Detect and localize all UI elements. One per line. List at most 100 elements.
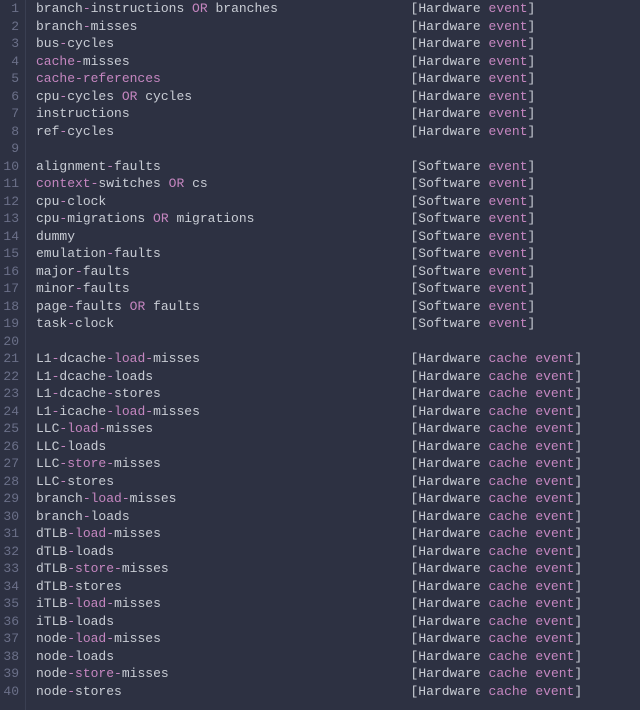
event-name: L1-dcache-load-misses (36, 350, 200, 368)
padding (114, 543, 410, 561)
code-token: [Hardware (411, 544, 489, 559)
line-number: 37 (0, 630, 19, 648)
code-token: [Hardware (411, 404, 489, 419)
code-line: iTLB-loads [Hardware cache event] (36, 613, 640, 631)
line-number: 5 (0, 70, 19, 88)
code-token: cache event (489, 404, 575, 419)
code-line: task-clock [Software event] (36, 315, 640, 333)
code-token: dcache (59, 369, 106, 384)
padding (161, 385, 411, 403)
event-type: [Hardware cache event] (411, 368, 583, 386)
code-token: [Hardware (411, 684, 489, 699)
line-number: 28 (0, 473, 19, 491)
code-token: stores (114, 386, 161, 401)
code-token: misses (130, 491, 177, 506)
event-name: page-faults OR faults (36, 298, 200, 316)
code-token: cache event (489, 666, 575, 681)
code-token: event (489, 124, 528, 139)
code-line: dTLB-store-misses [Hardware cache event] (36, 560, 640, 578)
padding (130, 508, 411, 526)
event-name: dummy (36, 228, 75, 246)
event-name: task-clock (36, 315, 114, 333)
code-token: [Hardware (410, 106, 488, 121)
code-token: misses (106, 421, 153, 436)
code-token: LLC (36, 421, 59, 436)
code-token: ] (574, 439, 582, 454)
padding (130, 53, 411, 71)
line-number: 17 (0, 280, 19, 298)
code-token: cache event (489, 456, 575, 471)
code-line: dTLB-loads [Hardware cache event] (36, 543, 640, 561)
code-token: - (106, 631, 114, 646)
code-token: dcache (59, 351, 106, 366)
code-token: [Software (411, 211, 489, 226)
code-token: [Software (410, 159, 488, 174)
code-line: minor-faults [Software event] (36, 280, 640, 298)
code-token: node (36, 631, 67, 646)
code-token: loads (75, 614, 114, 629)
code-token: clock (67, 194, 106, 209)
code-token: - (75, 264, 83, 279)
code-line: L1-dcache-load-misses [Hardware cache ev… (36, 350, 640, 368)
code-line: LLC-stores [Hardware cache event] (36, 473, 640, 491)
padding (153, 368, 410, 386)
line-number: 36 (0, 613, 19, 631)
line-number: 21 (0, 350, 19, 368)
code-token: ] (574, 386, 582, 401)
code-token: ] (528, 316, 536, 331)
event-type: [Software event] (411, 263, 536, 281)
code-token: OR (184, 1, 215, 16)
code-token: faults (83, 281, 130, 296)
event-type: [Software event] (410, 228, 535, 246)
code-line (36, 140, 640, 158)
code-token: - (67, 649, 75, 664)
code-token: event (489, 54, 528, 69)
code-token: - (83, 509, 91, 524)
line-number: 9 (0, 140, 19, 158)
code-line: node-loads [Hardware cache event] (36, 648, 640, 666)
code-token: - (106, 526, 114, 541)
code-token: [Hardware (410, 19, 488, 34)
code-line: cpu-clock [Software event] (36, 193, 640, 211)
line-number: 19 (0, 315, 19, 333)
code-token: [Hardware (411, 386, 489, 401)
code-token: LLC (36, 439, 59, 454)
code-token: [Hardware (411, 456, 489, 471)
padding (200, 403, 411, 421)
line-number: 1 (0, 0, 19, 18)
event-name: context-switches OR cs (36, 175, 208, 193)
event-type: [Hardware cache event] (411, 683, 583, 701)
event-type: [Software event] (411, 210, 536, 228)
event-name: branch-load-misses (36, 490, 176, 508)
code-token: stores (67, 474, 114, 489)
code-token: ] (528, 299, 536, 314)
code-content[interactable]: branch-instructions OR branches [Hardwar… (26, 0, 640, 710)
code-token: - (145, 404, 153, 419)
code-token: references (83, 71, 161, 86)
code-token: misses (122, 561, 169, 576)
code-token: [Hardware (411, 614, 489, 629)
code-token: L1 (36, 386, 52, 401)
line-number: 31 (0, 525, 19, 543)
code-token: load (114, 404, 145, 419)
code-token: [Software (410, 229, 488, 244)
event-name: bus-cycles (36, 35, 114, 53)
padding (130, 280, 411, 298)
line-number: 38 (0, 648, 19, 666)
code-token: cache (36, 54, 75, 69)
code-token: ] (574, 614, 582, 629)
event-type: [Hardware cache event] (411, 560, 583, 578)
code-token: load (75, 631, 106, 646)
code-token: task (36, 316, 67, 331)
code-token: - (75, 71, 83, 86)
line-number: 29 (0, 490, 19, 508)
code-token: dTLB (36, 561, 67, 576)
code-token: event (489, 159, 528, 174)
code-token: L1 (36, 369, 52, 384)
code-token: bus (36, 36, 59, 51)
code-token: OR (122, 299, 153, 314)
line-number: 20 (0, 333, 19, 351)
code-token: [Hardware (411, 351, 489, 366)
code-token: ] (574, 666, 582, 681)
code-token: - (106, 246, 114, 261)
